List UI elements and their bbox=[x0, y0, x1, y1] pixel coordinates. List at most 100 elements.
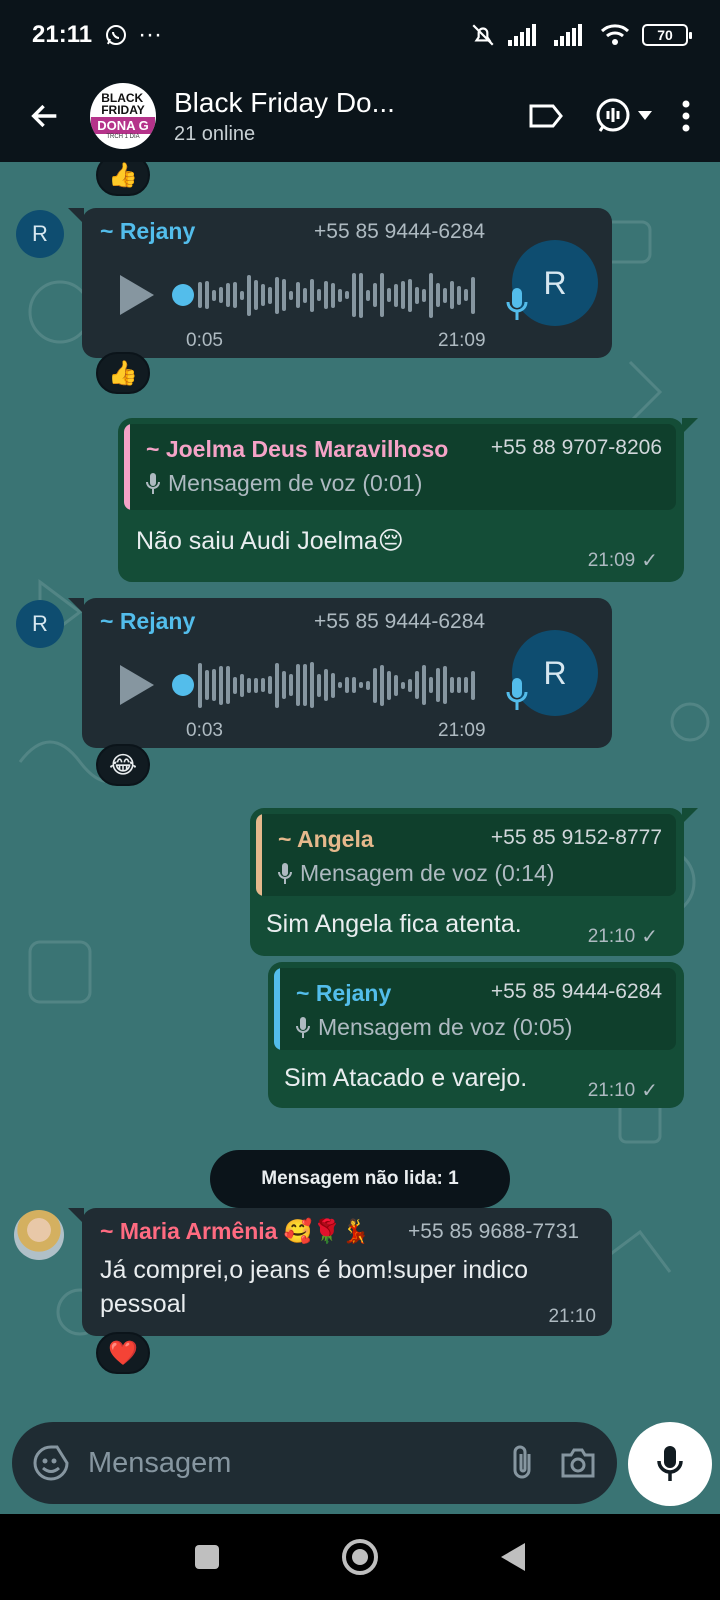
chat-area[interactable]: 👍 R ~ Rejany +55 85 9444-6284 0:05 21:09… bbox=[0, 162, 720, 1422]
mic-icon bbox=[506, 288, 528, 320]
waveform-bar bbox=[450, 281, 454, 309]
quoted-message[interactable]: ~ Rejany +55 85 9444-6284 Mensagem de vo… bbox=[274, 968, 676, 1050]
outgoing-message[interactable]: ~ Angela +55 85 9152-8777 Mensagem de vo… bbox=[250, 808, 698, 956]
waveform[interactable] bbox=[198, 270, 475, 320]
voice-duration: 0:03 bbox=[186, 720, 223, 741]
waveform[interactable] bbox=[198, 660, 475, 710]
quoted-message[interactable]: ~ Joelma Deus Maravilhoso +55 88 9707-82… bbox=[124, 424, 676, 510]
waveform-bar bbox=[359, 682, 363, 688]
message-input[interactable]: Mensagem bbox=[88, 1447, 485, 1480]
reaction-badge[interactable]: 👍 bbox=[96, 162, 150, 196]
incoming-message[interactable]: ~ Maria Armênia 🥰🌹💃 +55 85 9688-7731 Já … bbox=[68, 1208, 612, 1336]
reaction-badge[interactable]: 😂 bbox=[96, 744, 150, 786]
avatar[interactable]: R bbox=[16, 210, 64, 258]
message-text-line1: Já comprei,o jeans é bom!super indico bbox=[100, 1256, 529, 1284]
status-bar: 21:11 ··· 70 bbox=[0, 0, 720, 70]
more-notifications-icon: ··· bbox=[138, 21, 163, 48]
waveform-bar bbox=[282, 279, 286, 311]
waveform-bar bbox=[373, 667, 377, 703]
waveform-bar bbox=[401, 281, 405, 309]
online-count: 21 online bbox=[174, 122, 256, 145]
waveform-bar bbox=[436, 668, 440, 702]
waveform-bar bbox=[198, 282, 202, 308]
waveform-bar bbox=[359, 272, 363, 318]
quoted-message[interactable]: ~ Angela +55 85 9152-8777 Mensagem de vo… bbox=[256, 814, 676, 896]
home-icon[interactable] bbox=[341, 1538, 379, 1576]
group-avatar-logo-footer: TRCH 1 DIA bbox=[106, 134, 140, 140]
waveform-bar bbox=[205, 281, 209, 309]
reaction-badge[interactable]: 👍 bbox=[96, 352, 150, 394]
outgoing-message[interactable]: ~ Joelma Deus Maravilhoso +55 88 9707-82… bbox=[118, 418, 698, 582]
waveform-bar bbox=[289, 674, 293, 696]
recents-icon[interactable] bbox=[193, 1543, 221, 1571]
seek-handle[interactable] bbox=[172, 674, 194, 696]
waveform-bar bbox=[233, 676, 237, 694]
avatar[interactable] bbox=[14, 1210, 64, 1260]
group-avatar[interactable]: BLACK FRIDAY DONA G TRCH 1 DIA bbox=[90, 83, 156, 149]
waveform-bar bbox=[394, 674, 398, 696]
voice-duration: 0:05 bbox=[186, 330, 223, 351]
play-icon[interactable] bbox=[120, 275, 154, 315]
more-vertical-icon[interactable] bbox=[682, 100, 690, 132]
message-time: 21:09 bbox=[438, 330, 486, 351]
voice-message[interactable]: ~ Rejany +55 85 9444-6284 0:03 21:09 R bbox=[68, 598, 612, 748]
message-text: Sim Atacado e varejo. bbox=[284, 1064, 528, 1092]
waveform-bar bbox=[443, 287, 447, 303]
signal-icon-2 bbox=[554, 24, 582, 46]
waveform-bar bbox=[296, 282, 300, 308]
back-button[interactable] bbox=[0, 70, 90, 162]
message-time: 21:09 bbox=[438, 720, 486, 741]
waveform-bar bbox=[331, 672, 335, 698]
mic-icon bbox=[296, 1016, 310, 1038]
sender-phone: +55 85 9688-7731 bbox=[408, 1220, 580, 1243]
waveform-bar bbox=[401, 681, 405, 689]
label-icon[interactable] bbox=[528, 101, 564, 131]
camera-button[interactable] bbox=[559, 1447, 597, 1479]
waveform-bar bbox=[443, 666, 447, 704]
waveform-bar bbox=[415, 286, 419, 304]
waveform-bar bbox=[219, 287, 223, 303]
message-time: 21:09 bbox=[587, 549, 636, 571]
back-nav-icon[interactable] bbox=[499, 1541, 527, 1573]
header-actions bbox=[528, 97, 720, 135]
outgoing-message[interactable]: ~ Rejany +55 85 9444-6284 Mensagem de vo… bbox=[268, 962, 684, 1108]
waveform-bar bbox=[394, 283, 398, 307]
sender-name[interactable]: ~ Maria Armênia 🥰🌹💃 bbox=[100, 1218, 370, 1245]
voice-message[interactable]: ~ Rejany +55 85 9444-6284 0:05 21:09 R bbox=[68, 208, 612, 358]
attach-button[interactable] bbox=[509, 1444, 535, 1482]
sender-phone: +55 85 9444-6284 bbox=[314, 220, 486, 243]
waveform-bar bbox=[261, 284, 265, 306]
waveform-bar bbox=[261, 678, 265, 692]
sender-name[interactable]: ~ Rejany bbox=[100, 218, 195, 245]
mic-icon bbox=[657, 1446, 683, 1481]
reaction-badge[interactable]: ❤️ bbox=[96, 1332, 150, 1374]
waveform-bar bbox=[240, 290, 244, 300]
sticker-button[interactable] bbox=[32, 1444, 70, 1482]
waveform-bar bbox=[422, 288, 426, 302]
waveform-bar bbox=[352, 677, 356, 693]
message-time: 21:10 bbox=[548, 1306, 596, 1327]
bubble-tail bbox=[68, 598, 84, 614]
check-icon: ✓ bbox=[641, 926, 658, 948]
message-meta: 21:09 ✓ bbox=[588, 548, 658, 573]
avatar[interactable]: R bbox=[16, 600, 64, 648]
voice-chat-button[interactable] bbox=[594, 97, 652, 135]
unread-divider: Mensagem não lida: 1 bbox=[210, 1150, 510, 1208]
play-icon[interactable] bbox=[120, 665, 154, 705]
waveform-bar bbox=[268, 676, 272, 694]
sticker-icon bbox=[33, 1445, 69, 1481]
waveform-bar bbox=[212, 289, 216, 301]
voice-chat-icon bbox=[596, 98, 630, 132]
waveform-bar bbox=[457, 677, 461, 693]
quote-bar bbox=[124, 424, 130, 510]
waveform-bar bbox=[310, 278, 314, 312]
header-titles[interactable]: Black Friday Do... 21 online bbox=[174, 87, 414, 146]
quote-text-label: Mensagem de voz (0:14) bbox=[300, 860, 555, 886]
waveform-bar bbox=[471, 670, 475, 700]
record-voice-button[interactable] bbox=[628, 1422, 712, 1506]
voice-player bbox=[120, 660, 475, 710]
message-input-bar: Mensagem bbox=[12, 1422, 617, 1504]
seek-handle[interactable] bbox=[172, 284, 194, 306]
sender-name[interactable]: ~ Rejany bbox=[100, 608, 195, 635]
waveform-bar bbox=[429, 272, 433, 318]
